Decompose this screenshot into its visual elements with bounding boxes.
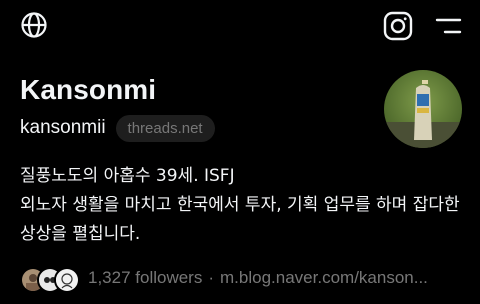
profile-avatar[interactable] (384, 70, 462, 148)
threads-domain-badge[interactable]: threads.net (115, 114, 215, 142)
profile-link[interactable]: m.blog.naver.com/kanson... (220, 268, 428, 288)
profile-screen: Kansonmi kansonmii threads.net 질풍노도의 아홉수… (0, 0, 480, 304)
globe-icon[interactable] (19, 10, 49, 40)
bio-line: 상상을 펼칩니다. (20, 224, 141, 244)
followers-count[interactable]: 1,327 followers (88, 268, 202, 288)
bio-line: 질풍노도의 아홉수 39세. ISFJ (20, 166, 235, 186)
profile-name: Kansonmi (20, 74, 157, 105)
instagram-icon[interactable] (382, 10, 414, 42)
bio-line: 외노자 생활을 마치고 한국에서 투자, 기획 업무를 하며 잡다한 (20, 195, 460, 215)
follower-avatar (54, 267, 80, 293)
follower-avatars[interactable] (20, 265, 82, 293)
profile-handle: kansonmii (20, 117, 106, 138)
followers-row: 1,327 followers · m.blog.naver.com/kanso… (20, 264, 428, 293)
handle-row: kansonmii threads.net (20, 112, 215, 144)
separator-dot: · (208, 268, 215, 287)
profile-bio: 질풍노도의 아홉수 39세. ISFJ 외노자 생활을 마치고 한국에서 투자,… (20, 162, 470, 249)
menu-icon[interactable] (432, 12, 464, 40)
